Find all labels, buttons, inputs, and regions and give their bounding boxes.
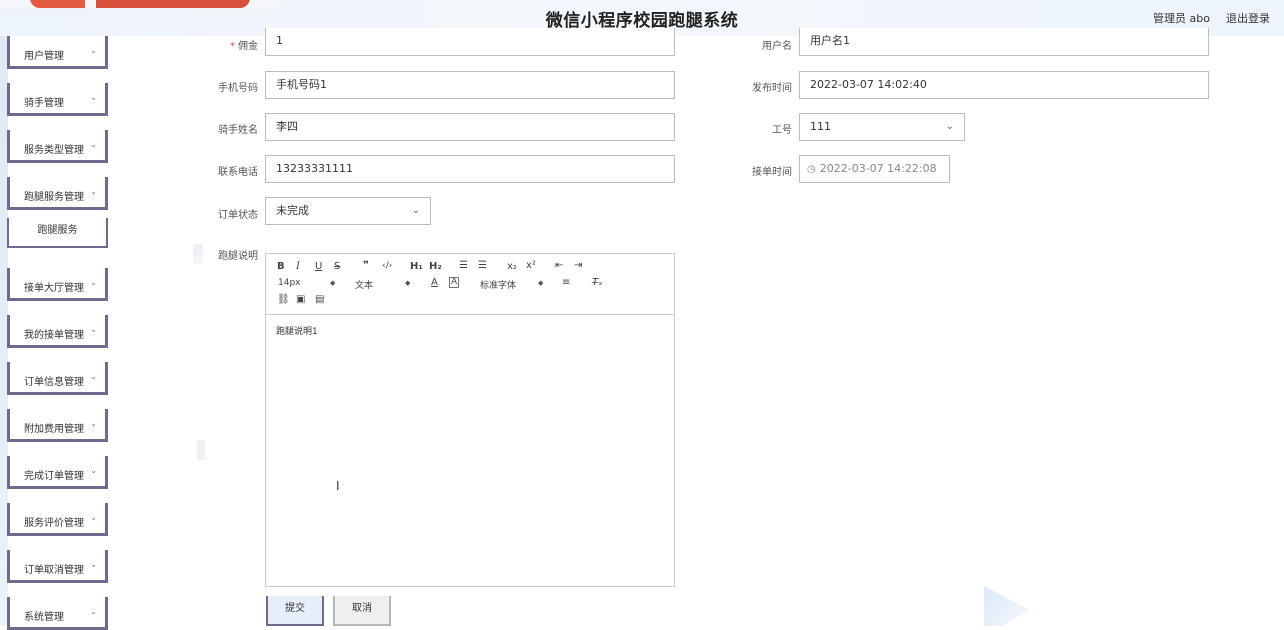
blockquote-icon[interactable]: ❞ — [363, 260, 369, 271]
publish-time-label: 发布时间 — [752, 83, 792, 94]
logout-link[interactable]: 退出登录 — [1226, 10, 1270, 26]
align-icon[interactable]: ≡ — [562, 277, 570, 288]
sidebar-item-completed-orders-management[interactable]: 完成订单管理 ⌄ — [7, 456, 108, 489]
sidebar-item-label: 服务类型管理 — [24, 145, 84, 156]
sidebar-item-label: 跑腿服务管理 — [24, 192, 84, 203]
video-icon[interactable]: ▤ — [315, 294, 324, 305]
superscript-icon[interactable]: x² — [526, 260, 536, 271]
chevron-down-icon: ⌄ — [90, 466, 97, 475]
phone-label: 手机号码 — [218, 83, 258, 94]
chevron-down-icon: ⌄ — [90, 560, 97, 569]
sidebar-item-user-management[interactable]: 用户管理 ⌄ — [7, 36, 108, 69]
sidebar-item-order-info-management[interactable]: 订单信息管理 ⌄ — [7, 362, 108, 395]
sidebar-item-order-cancel-management[interactable]: 订单取消管理 ⌄ — [7, 550, 108, 583]
required-mark: * — [230, 41, 235, 52]
accept-time-label: 接单时间 — [752, 167, 792, 178]
chevron-down-icon: ⌄ — [90, 46, 97, 55]
chevron-down-icon: ⌄ — [90, 140, 97, 149]
rider-name-input[interactable]: 李四 — [265, 113, 675, 141]
clear-format-icon[interactable]: T̶ₓ — [592, 277, 603, 288]
accept-time-value: 2022-03-07 14:22:08 — [819, 162, 937, 175]
underline-icon[interactable]: U — [315, 261, 322, 272]
heading-1-icon[interactable]: H₁ — [410, 261, 423, 272]
username-input[interactable]: 用户名1 — [799, 28, 1209, 56]
clock-icon: ◷ — [807, 164, 816, 175]
username-label: 用户名 — [762, 41, 792, 52]
sidebar-item-system-management[interactable]: 系统管理 ⌄ — [7, 597, 108, 630]
sidebar-item-my-orders-management[interactable]: 我的接单管理 ⌄ — [7, 315, 108, 348]
bold-icon[interactable]: B — [277, 261, 285, 272]
sidebar-item-label: 系统管理 — [24, 612, 64, 623]
editor-toolbar: B I U S ❞ ‹/› H₁ H₂ ☰ ☰ x₂ x² ⇤ ⇥ 14px ◆ … — [266, 254, 674, 315]
description-label: 跑腿说明 — [218, 251, 258, 262]
commission-input[interactable]: 1 — [265, 28, 675, 56]
font-size-select[interactable]: 14px ◆ — [278, 278, 336, 288]
sidebar-item-extra-fee-management[interactable]: 附加费用管理 ⌄ — [7, 409, 108, 442]
sidebar-item-label: 我的接单管理 — [24, 330, 84, 341]
text-type-select[interactable]: 文本 ◆ — [355, 278, 413, 291]
sidebar-item-errand-service-management[interactable]: 跑腿服务管理 ⌄ — [7, 177, 108, 210]
contact-phone-label: 联系电话 — [218, 167, 258, 178]
background-decoration — [197, 440, 205, 460]
sidebar-item-label: 订单信息管理 — [24, 377, 84, 388]
rider-name-label: 骑手姓名 — [218, 125, 258, 136]
work-id-value: 111 — [810, 120, 831, 133]
chevron-down-icon: ⌄ — [90, 325, 97, 334]
chevron-down-icon: ⌄ — [90, 372, 97, 381]
outdent-icon[interactable]: ⇤ — [555, 260, 563, 271]
heading-2-icon[interactable]: H₂ — [429, 261, 442, 272]
work-id-label: 工号 — [772, 125, 792, 136]
phone-input[interactable]: 手机号码1 — [265, 71, 675, 99]
order-status-value: 未完成 — [276, 204, 309, 217]
sidebar-item-service-type-management[interactable]: 服务类型管理 ⌄ — [7, 130, 108, 163]
chevron-down-icon: ⌄ — [90, 187, 97, 196]
current-user: 管理员 abo — [1153, 12, 1210, 25]
description-editor[interactable]: B I U S ❞ ‹/› H₁ H₂ ☰ ☰ x₂ x² ⇤ ⇥ 14px ◆ … — [265, 253, 675, 587]
order-status-select[interactable]: 未完成 ⌄ — [265, 197, 431, 225]
sidebar-item-label: 订单取消管理 — [24, 565, 84, 576]
cancel-button[interactable]: 取消 — [333, 596, 391, 626]
sidebar-item-order-hall-management[interactable]: 接单大厅管理 ⌄ — [7, 268, 108, 301]
contact-phone-input[interactable]: 13233331111 — [265, 155, 675, 183]
work-id-select[interactable]: 111 ⌄ — [799, 113, 965, 141]
sidebar-item-rider-management[interactable]: 骑手管理 ⌄ — [7, 83, 108, 116]
chevron-down-icon: ⌄ — [90, 513, 97, 522]
submit-button[interactable]: 提交 — [266, 596, 324, 626]
sidebar-subitem-errand-service[interactable]: 跑腿服务 — [7, 218, 108, 248]
background-color-icon[interactable]: A — [449, 277, 460, 288]
chevron-down-icon: ⌄ — [945, 121, 954, 132]
accept-time-picker[interactable]: ◷ 2022-03-07 14:22:08 — [799, 155, 950, 183]
font-color-icon[interactable]: A — [431, 277, 438, 288]
order-status-label: 订单状态 — [218, 210, 258, 221]
ordered-list-icon[interactable]: ☰ — [459, 260, 468, 271]
code-icon[interactable]: ‹/› — [382, 261, 392, 271]
bullet-list-icon[interactable]: ☰ — [478, 260, 487, 271]
sidebar-item-service-review-management[interactable]: 服务评价管理 ⌄ — [7, 503, 108, 536]
italic-icon[interactable]: I — [296, 261, 300, 272]
indent-icon[interactable]: ⇥ — [574, 260, 582, 271]
publish-time-input[interactable]: 2022-03-07 14:02:40 — [799, 71, 1209, 99]
chevron-down-icon: ⌄ — [90, 607, 97, 616]
sidebar-item-label: 用户管理 — [24, 51, 64, 62]
strikethrough-icon[interactable]: S — [334, 261, 340, 272]
sidebar-item-label: 服务评价管理 — [24, 518, 84, 529]
chevron-down-icon: ⌄ — [90, 93, 97, 102]
chevron-down-icon: ⌄ — [411, 205, 420, 216]
sidebar-item-label: 骑手管理 — [24, 98, 64, 109]
sidebar-item-label: 完成订单管理 — [24, 471, 84, 482]
image-icon[interactable]: ▣ — [296, 294, 305, 305]
text-cursor-icon: I — [336, 479, 340, 493]
sidebar-item-label: 接单大厅管理 — [24, 283, 84, 294]
chevron-down-icon: ⌄ — [90, 419, 97, 428]
link-icon[interactable]: ⛓ — [277, 294, 290, 305]
editor-content[interactable]: 跑腿说明1 — [276, 324, 318, 337]
commission-label: * 佣金 — [230, 41, 258, 52]
sidebar-item-label: 附加费用管理 — [24, 424, 84, 435]
subscript-icon[interactable]: x₂ — [507, 261, 517, 272]
background-decoration — [984, 586, 1030, 626]
font-family-select[interactable]: 标准字体 ◆ — [480, 278, 550, 291]
chevron-down-icon: ⌄ — [90, 278, 97, 287]
